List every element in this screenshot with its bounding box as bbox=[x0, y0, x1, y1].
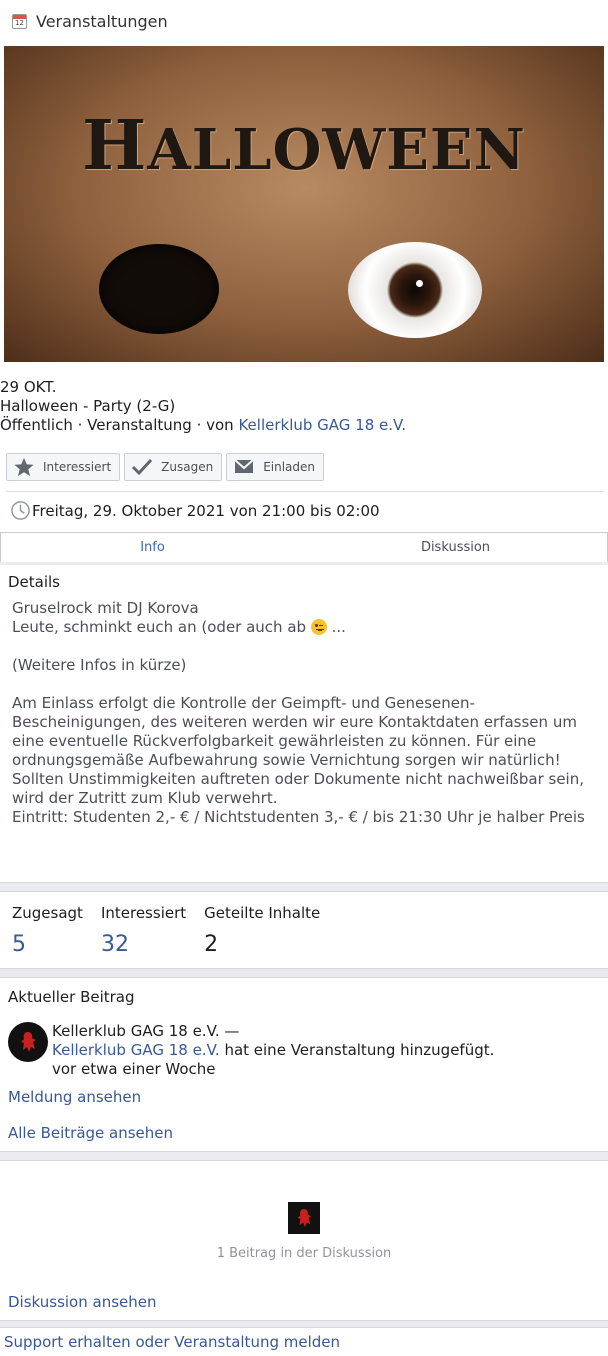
details-heading: Details bbox=[8, 573, 61, 591]
stat-interested[interactable]: Interessiert 32 bbox=[101, 904, 186, 959]
event-meta: Öffentlich · Veranstaltung · von Kellerk… bbox=[0, 416, 407, 434]
view-discussion-link[interactable]: Diskussion ansehen bbox=[8, 1293, 157, 1311]
event-cover-image[interactable]: HALLOWEEN bbox=[4, 46, 604, 362]
section-divider bbox=[0, 968, 608, 978]
divider bbox=[6, 491, 604, 492]
cover-title-text: HALLOWEEN bbox=[82, 106, 526, 186]
event-title: Halloween - Party (2-G) bbox=[0, 397, 176, 415]
page-header: 12 Veranstaltungen bbox=[0, 0, 608, 42]
details-text: Gruselrock mit DJ Korova Leute, schminkt… bbox=[12, 599, 585, 826]
post-actor-link[interactable]: Kellerklub GAG 18 e.V. bbox=[52, 1041, 220, 1059]
recent-post: Kellerklub GAG 18 e.V. — Kellerklub GAG … bbox=[8, 1022, 494, 1079]
winking-emoji-icon bbox=[310, 619, 327, 635]
section-divider bbox=[0, 1320, 608, 1328]
stat-going[interactable]: Zugesagt 5 bbox=[12, 904, 83, 959]
host-link[interactable]: Kellerklub GAG 18 e.V. bbox=[238, 416, 406, 434]
cover-eye-left bbox=[99, 244, 219, 334]
section-divider bbox=[0, 1151, 608, 1161]
view-all-posts-link[interactable]: Alle Beiträge ansehen bbox=[8, 1124, 173, 1142]
event-date-short: 29 OKT. bbox=[0, 378, 57, 396]
avatar[interactable] bbox=[8, 1022, 48, 1062]
support-report-link[interactable]: Support erhalten oder Veranstaltung meld… bbox=[4, 1333, 340, 1351]
calendar-icon: 12 bbox=[12, 13, 27, 29]
section-divider bbox=[0, 882, 608, 892]
view-post-link[interactable]: Meldung ansehen bbox=[8, 1088, 141, 1106]
recent-post-heading: Aktueller Beitrag bbox=[8, 988, 135, 1006]
event-header: 29 OKT. Halloween - Party (2-G) Öffentli… bbox=[0, 378, 608, 435]
envelope-icon bbox=[234, 459, 254, 473]
event-tabs: Info Diskussion bbox=[0, 532, 608, 563]
tabs-underline bbox=[0, 562, 608, 565]
post-timestamp: vor etwa einer Woche bbox=[52, 1060, 216, 1078]
going-button[interactable]: Zusagen bbox=[124, 453, 223, 481]
devil-logo-icon bbox=[21, 1032, 36, 1052]
event-actions: Interessiert Zusagen Einladen bbox=[6, 453, 325, 481]
discussion-avatar[interactable] bbox=[288, 1202, 320, 1234]
page-title: Veranstaltungen bbox=[36, 11, 168, 31]
cover-eye-right bbox=[348, 242, 482, 338]
devil-logo-icon bbox=[297, 1209, 312, 1227]
post-author: Kellerklub GAG 18 e.V. — bbox=[52, 1022, 240, 1040]
star-icon bbox=[14, 458, 34, 476]
event-stats: Zugesagt 5 Interessiert 32 Geteilte Inha… bbox=[12, 904, 338, 959]
invite-button[interactable]: Einladen bbox=[226, 453, 325, 481]
event-datetime: Freitag, 29. Oktober 2021 von 21:00 bis … bbox=[10, 500, 380, 521]
discussion-count: 1 Beitrag in der Diskussion bbox=[216, 1246, 392, 1261]
clock-icon bbox=[11, 501, 30, 520]
interested-button[interactable]: Interessiert bbox=[6, 453, 121, 481]
tab-info[interactable]: Info bbox=[1, 533, 304, 562]
tab-discussion[interactable]: Diskussion bbox=[304, 533, 607, 562]
stat-shared: Geteilte Inhalte 2 bbox=[204, 904, 321, 957]
checkmark-icon bbox=[132, 458, 153, 476]
